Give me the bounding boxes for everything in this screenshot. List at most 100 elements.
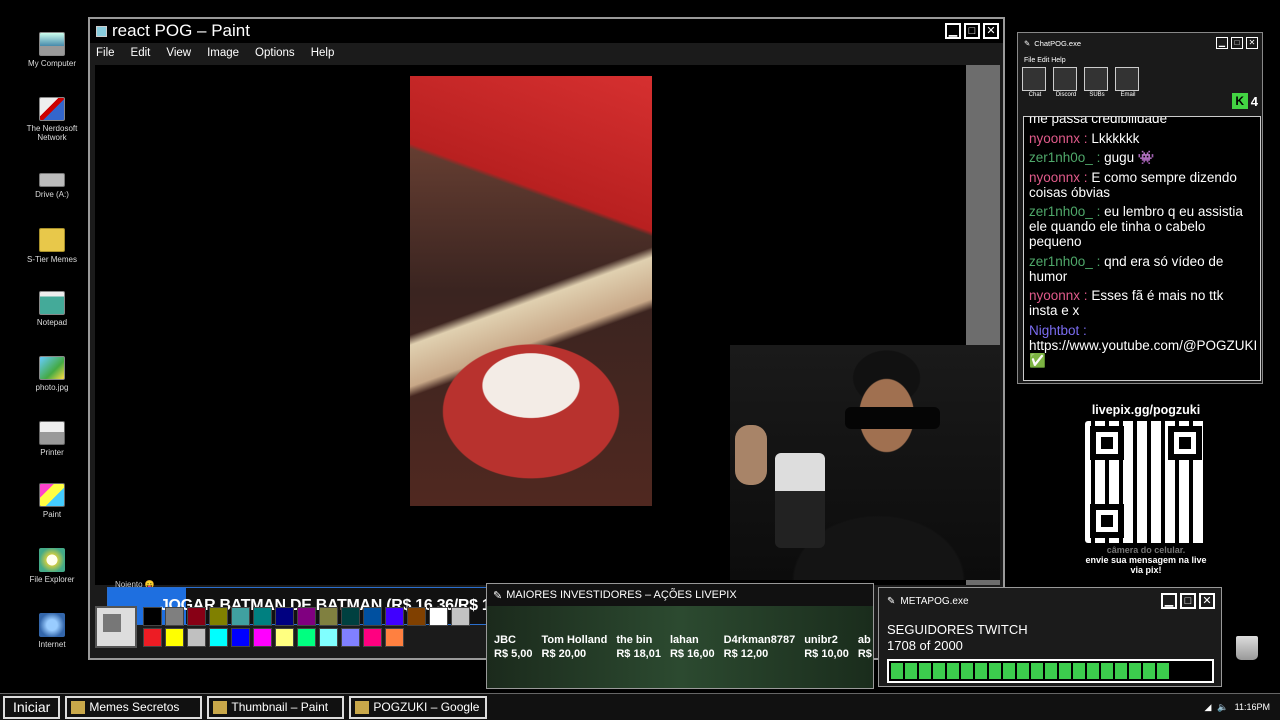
color-swatch[interactable] [319,628,338,647]
chat-maximize-button[interactable]: □ [1231,37,1243,49]
chat-close-button[interactable]: ✕ [1246,37,1258,49]
desktop-icon[interactable]: File Explorer [18,548,86,584]
folder-icon [39,228,65,252]
chat-username: nyoonnx [1029,130,1081,146]
color-swatch[interactable] [275,628,294,647]
meta-title: METAPOG.exe [900,595,969,607]
color-swatch[interactable] [297,607,316,626]
color-swatch[interactable] [143,628,162,647]
color-swatch[interactable] [209,607,228,626]
desktop-icon[interactable]: The Nerdosoft Network [18,97,86,142]
maximize-button[interactable]: □ [964,23,980,39]
meta-maximize-button[interactable]: □ [1180,593,1196,609]
color-swatch[interactable] [429,607,448,626]
tool-email[interactable]: Email [1115,67,1141,107]
progress-segment [1157,663,1169,679]
progress-segment [1087,663,1099,679]
color-swatches [143,607,470,647]
kick-icon: K [1231,93,1248,109]
chat-icon [1022,67,1046,91]
color-swatch[interactable] [385,628,404,647]
taskbar-task[interactable]: POGZUKI – Google [349,695,488,719]
menu-item-view[interactable]: View [166,47,191,59]
volume-icon[interactable]: 🔈 [1217,702,1228,713]
desktop-icon-label: photo.jpg [35,383,69,392]
color-swatch[interactable] [385,607,404,626]
color-swatch[interactable] [319,607,338,626]
chat-title-bar[interactable]: ✎ ChatPOG.exe ▁ □ ✕ [1018,33,1262,53]
color-swatch[interactable] [363,628,382,647]
recycle-bin-icon[interactable] [1236,636,1258,660]
desktop-icon[interactable]: Notepad [18,291,86,327]
desktop-icon[interactable]: My Computer [18,32,86,68]
desktop-icon[interactable]: photo.jpg [18,356,86,392]
progress-segment [1115,663,1127,679]
current-color[interactable] [95,606,137,648]
taskbar-task[interactable]: Memes Secretos [65,695,203,719]
investor-name: D4rkman8787 [723,634,796,646]
taskbar-task[interactable]: Thumbnail – Paint [207,695,345,719]
investors-window: ✎ MAIORES INVESTIDORES – AÇÕES LIVEPIX J… [486,583,874,689]
streamer-hand [735,425,767,485]
progress-segment [933,663,945,679]
tool-subs[interactable]: SUBs [1084,67,1110,107]
close-button[interactable]: ✕ [983,23,999,39]
minimize-button[interactable]: ▁ [945,23,961,39]
chat-minimize-button[interactable]: ▁ [1216,37,1228,49]
paint-title-bar[interactable]: react POG – Paint ▁ □ ✕ [90,19,1003,43]
menu-item-image[interactable]: Image [207,47,239,59]
start-button[interactable]: Iniciar [3,695,61,719]
color-swatch[interactable] [451,607,470,626]
color-swatch[interactable] [209,628,228,647]
color-swatch[interactable] [187,607,206,626]
tool-discord[interactable]: Discord [1053,67,1079,107]
menu-item-edit[interactable]: Edit [131,47,151,59]
investors-icon: ✎ [493,589,503,602]
investors-body: JBC R$ 5,00 Tom Holland R$ 20,00 the bin R$ 1… [487,606,873,688]
color-swatch[interactable] [363,607,382,626]
color-swatch[interactable] [231,607,250,626]
color-swatch[interactable] [253,628,272,647]
color-swatch[interactable] [165,628,184,647]
color-swatch[interactable] [341,607,360,626]
desktop-icon[interactable]: S-Tier Memes [18,228,86,264]
color-swatch[interactable] [231,628,250,647]
color-swatch[interactable] [187,628,206,647]
desktop-icon[interactable]: Paint [18,483,86,519]
desktop-icon[interactable]: Printer [18,421,86,457]
investor-entry: the bin R$ 18,01 [616,633,661,661]
network-icon [39,97,65,121]
meta-close-button[interactable]: ✕ [1199,593,1215,609]
chat-text: https://www.youtube.com/@POGZUKI ✅ [1029,337,1258,368]
color-swatch[interactable] [253,607,272,626]
menu-item-options[interactable]: Options [255,47,295,59]
task-icon [71,700,86,714]
color-swatch[interactable] [165,607,184,626]
color-swatch[interactable] [275,607,294,626]
color-swatch[interactable] [341,628,360,647]
meta-minimize-button[interactable]: ▁ [1161,593,1177,609]
batman-figure [775,453,825,548]
investor-name: ab [857,634,871,646]
chat-message: nyoonnx : E como sempre dizendo coisas ó… [1029,169,1237,200]
chat-messages[interactable]: me passa credibilidade nyoonnx : Lkkkkkk z… [1023,116,1261,381]
livepix-caption-dim: câmera do celular. [1106,545,1186,555]
investors-list: JBC R$ 5,00 Tom Holland R$ 20,00 the bin R$ 1… [494,633,873,661]
subs-icon [1084,67,1108,91]
desktop-icon[interactable]: Internet [18,613,86,649]
color-swatch[interactable] [297,628,316,647]
investor-name: the bin [616,634,653,646]
tool-label: Chat [1028,92,1042,98]
investor-name: unibr2 [804,634,838,646]
color-palette [95,601,470,653]
network-icon[interactable]: ◢ [1205,702,1212,713]
menu-item-help[interactable]: Help [311,47,335,59]
tool-chat[interactable]: Chat [1022,67,1048,107]
color-swatch[interactable] [407,607,426,626]
desktop-icon[interactable]: Drive (A:) [18,167,86,199]
progress-segment [1031,663,1043,679]
progress-segment [989,663,1001,679]
chat-menu[interactable]: File Edit Help [1018,53,1262,67]
color-swatch[interactable] [143,607,162,626]
menu-item-file[interactable]: File [96,47,115,59]
